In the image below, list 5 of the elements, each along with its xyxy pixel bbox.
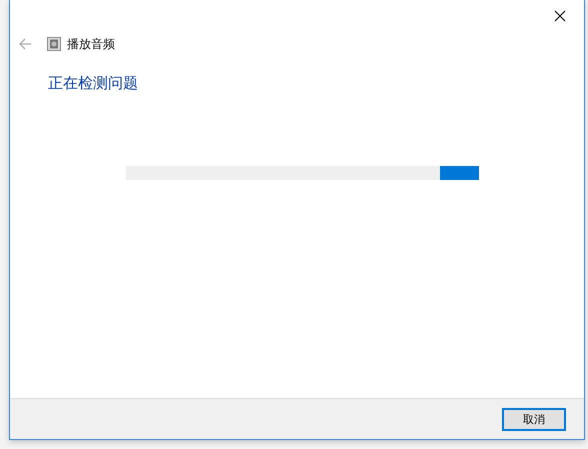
window-title: 播放音频 <box>67 36 115 52</box>
close-icon[interactable] <box>554 10 566 22</box>
status-heading: 正在检测问题 <box>48 74 139 93</box>
cancel-button[interactable]: 取消 <box>502 408 566 430</box>
speaker-icon <box>47 37 61 51</box>
